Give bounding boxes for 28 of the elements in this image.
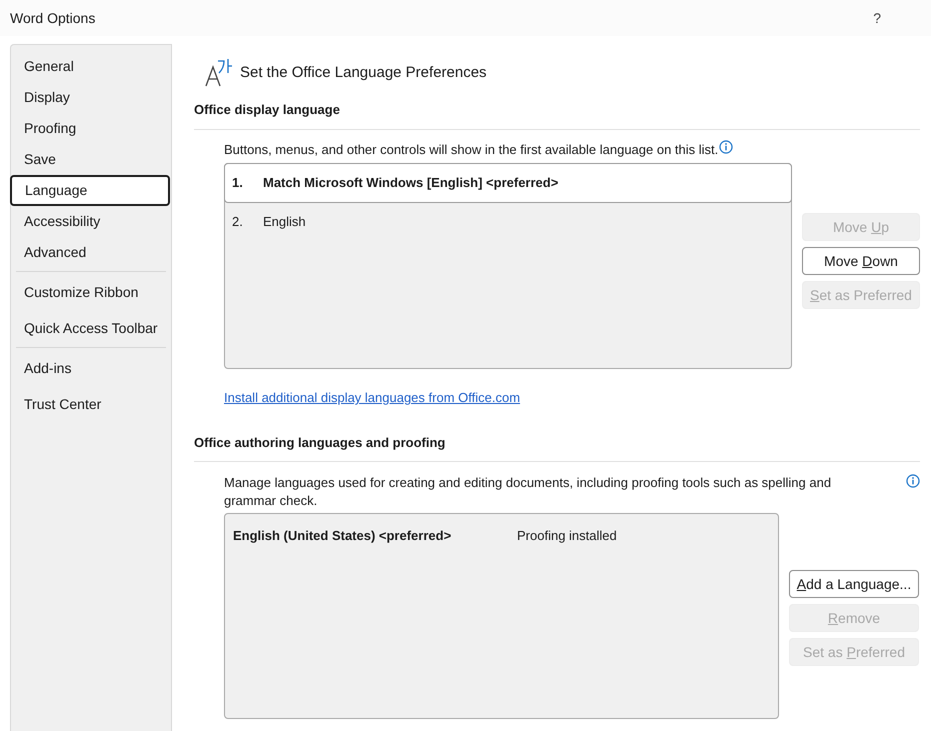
sidebar-item[interactable]: Customize Ribbon <box>11 277 171 308</box>
sidebar-item[interactable]: Display <box>11 82 171 113</box>
action-button[interactable]: Move Down <box>802 247 920 275</box>
sidebar-item[interactable]: Add-ins <box>11 353 171 384</box>
section-heading: Office display language <box>194 101 341 119</box>
sidebar-item[interactable]: General <box>11 51 171 82</box>
sidebar-item[interactable]: Accessibility <box>11 206 171 237</box>
language-name: English (United States) <preferred> <box>233 527 452 545</box>
description-text: Buttons, menus, and other controls will show in the first available language on this list. <box>224 140 718 159</box>
info-icon[interactable] <box>719 140 734 154</box>
window-title: Word Options <box>10 8 96 28</box>
page-title: Set the Office Language Preferences <box>240 62 487 82</box>
sidebar-item[interactable]: Save <box>11 144 171 175</box>
sidebar-item[interactable]: Language <box>10 175 170 206</box>
sidebar-item[interactable]: Advanced <box>11 237 171 268</box>
install-languages-link[interactable]: Install additional display languages from Office.com <box>224 388 520 408</box>
language-icon <box>204 58 234 88</box>
action-button[interactable]: Add a Language... <box>789 570 919 598</box>
section-heading: Office authoring languages and proofing <box>194 434 446 452</box>
list-item[interactable]: 1. Match Microsoft Windows [English] <preferred> <box>224 163 792 203</box>
sidebar-item[interactable]: Trust Center <box>11 389 171 420</box>
sidebar-item[interactable]: Proofing <box>11 113 171 144</box>
description-text: Manage languages used for creating and editing documents, including proofing tools such as spelling and grammar check. <box>224 474 832 510</box>
proofing-status: Proofing installed <box>517 527 617 545</box>
help-button[interactable]: ? <box>873 8 881 28</box>
list-item[interactable]: 2. English <box>225 202 791 242</box>
info-icon[interactable] <box>906 474 920 488</box>
sidebar-item[interactable]: Quick Access Toolbar <box>11 313 171 344</box>
